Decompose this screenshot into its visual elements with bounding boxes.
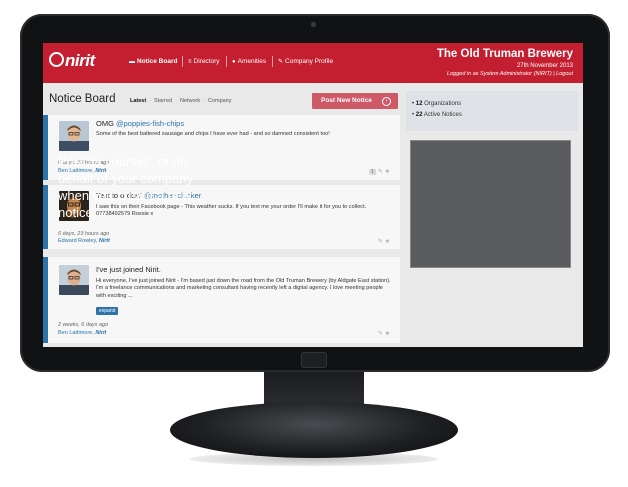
tab-company[interactable]: Company — [208, 98, 232, 104]
stat-value: 22 — [415, 112, 423, 118]
edit-icon[interactable]: ✎ — [378, 331, 383, 337]
expand-button[interactable]: expand — [96, 307, 119, 315]
post-button-label: Post New Notice — [321, 97, 372, 104]
notice-body: Hi everyone, I've just joined Nirit - I'… — [96, 278, 391, 299]
author-company-link[interactable]: Nirit — [99, 238, 110, 244]
stat-active-notices[interactable]: • 22 Active Notices — [412, 112, 462, 118]
tab-latest[interactable]: Latest — [130, 98, 146, 104]
stat-organizations[interactable]: • 12 Organizations — [412, 101, 461, 107]
notice-actions: ✎ ★ — [378, 330, 390, 337]
logout-link[interactable]: Logout — [556, 71, 573, 77]
logo-text: nirit — [65, 51, 95, 70]
login-status: Logged in as System Administrator (NIRIT… — [447, 71, 573, 77]
nav-label: Notice Board — [137, 58, 178, 65]
nav-amenities[interactable]: ● Amenities — [232, 58, 266, 65]
top-header-bar: nirit ▬ Notice Board ≡ Directory ● Amenitie… — [43, 43, 583, 83]
tab-starred[interactable]: Starred — [154, 98, 172, 104]
pin-icon: ● — [232, 59, 236, 65]
notice-title: I've just joined Nirit. — [96, 265, 161, 274]
logged-in-text: Logged in as System Administrator (NIRIT… — [447, 71, 552, 77]
power-button — [301, 352, 327, 368]
notice-actions: ✎ ★ — [378, 238, 390, 245]
tab-network[interactable]: Network — [180, 98, 200, 104]
stand-shadow — [190, 452, 438, 466]
list-icon: ≡ — [188, 59, 192, 65]
notice-timestamp: 2 weeks, 6 days ago — [58, 322, 109, 328]
notice-timestamp: 6 days, 23 hours ago — [58, 231, 110, 237]
speech-bubble-icon: ▬ — [129, 59, 135, 65]
nav-divider — [182, 56, 183, 67]
stat-label: Organizations — [424, 101, 462, 107]
nirit-logo[interactable]: nirit — [49, 51, 95, 71]
webcam-icon — [311, 22, 316, 27]
notice-title-text: OMG — [96, 119, 114, 128]
nav-label: Directory — [193, 58, 220, 65]
notice-author: Ben Lattimore, Nirit — [58, 330, 106, 336]
clock-icon: › — [382, 97, 391, 106]
nav-notice-board[interactable]: ▬ Notice Board — [129, 58, 177, 65]
star-icon[interactable]: ★ — [385, 239, 390, 245]
organization-name: The Old Truman Brewery — [436, 48, 573, 60]
notice-card[interactable]: I've just joined Nirit. Hi everyone, I'v… — [43, 257, 400, 343]
author-name-link[interactable]: Edward Rowley, — [58, 238, 97, 244]
author-name-link[interactable]: Ben Lattimore, — [58, 330, 94, 336]
nav-label: Company Profile — [285, 58, 334, 65]
stats-panel: • 12 Organizations • 22 Active Notices — [406, 91, 578, 131]
user-avatar[interactable] — [59, 265, 89, 295]
star-icon[interactable]: ★ — [385, 331, 390, 337]
stat-label: Active Notices — [423, 112, 462, 118]
author-company-link[interactable]: Nirit — [95, 330, 106, 336]
edit-icon[interactable]: ✎ — [378, 169, 383, 175]
star-icon[interactable]: ★ — [385, 169, 390, 175]
nav-divider — [226, 56, 227, 67]
notice-filter-tabs: Latest · Starred · Network · Company — [130, 98, 232, 104]
post-new-notice-button[interactable]: Post New Notice › — [312, 93, 398, 109]
nav-company-profile[interactable]: ✎ Company Profile — [278, 58, 333, 65]
monitor-stand-base — [170, 402, 458, 458]
comment-count-badge[interactable]: 1 — [369, 169, 376, 175]
nav-divider — [272, 56, 273, 67]
nav-directory[interactable]: ≡ Directory — [188, 58, 220, 65]
promo-callout-box — [410, 140, 571, 268]
edit-icon[interactable]: ✎ — [378, 239, 383, 245]
notice-author: Edward Rowley, Nirit — [58, 238, 110, 244]
stat-value: 12 — [415, 101, 423, 107]
notice-title: OMG @poppies-fish-chips — [96, 119, 184, 128]
promo-text: Post as yourself, or on behalf of your c… — [58, 154, 194, 220]
notice-body: Some of the best battered sausage and ch… — [96, 131, 330, 137]
mention-link[interactable]: @poppies-fish-chips — [116, 119, 184, 128]
current-date: 27th November 2013 — [516, 63, 573, 69]
nav-label: Amenities — [237, 58, 267, 65]
page-title: Notice Board — [49, 93, 116, 105]
pencil-icon: ✎ — [278, 59, 284, 65]
notice-actions: 1 ✎ ★ — [369, 168, 390, 175]
logo-ring-icon — [49, 52, 64, 67]
user-avatar[interactable] — [59, 121, 89, 151]
screen: nirit ▬ Notice Board ≡ Directory ● Amenitie… — [43, 43, 583, 347]
